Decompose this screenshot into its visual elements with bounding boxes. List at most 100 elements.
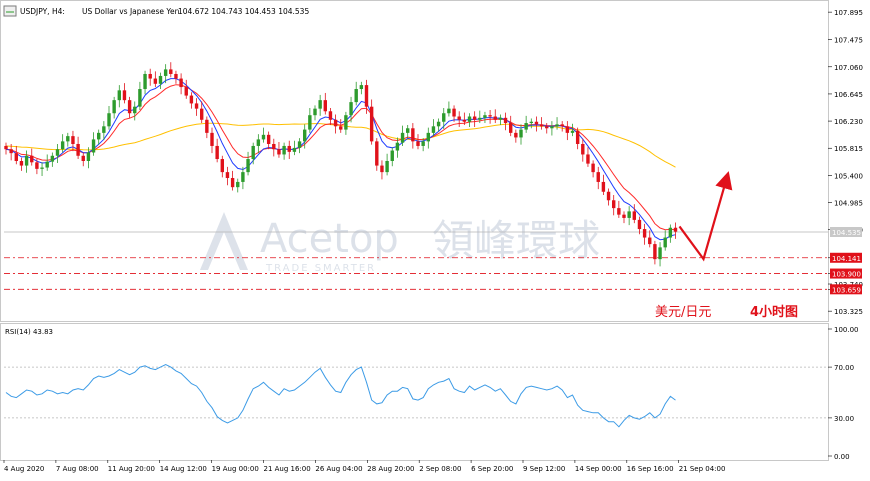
candle-body — [596, 172, 600, 182]
time-tick-label: 28 Aug 20:00 — [367, 465, 414, 473]
candle-body — [133, 106, 137, 114]
candle-body — [107, 113, 111, 127]
candle-body — [102, 126, 106, 133]
time-tick-label: 7 Aug 08:00 — [56, 465, 99, 473]
candle-body — [519, 129, 523, 138]
candle-body — [30, 155, 34, 163]
candle-body — [612, 200, 616, 209]
candle-body — [575, 130, 580, 144]
candle-body — [35, 162, 39, 169]
candle-body — [333, 119, 338, 127]
time-tick-label: 11 Aug 20:00 — [108, 465, 155, 473]
time-tick-label: 4 Aug 2020 — [4, 465, 44, 473]
candle-body — [406, 128, 410, 133]
candle-body — [509, 123, 513, 133]
candle-body — [349, 102, 353, 116]
rsi-tick-label: 30.00 — [834, 415, 854, 423]
caption-timeframe: 4小时图 — [750, 304, 798, 320]
rsi-panel-frame — [0, 323, 829, 461]
candle-body — [447, 108, 451, 114]
candle-body — [19, 161, 24, 166]
candle-body — [565, 126, 570, 133]
candle-body — [60, 141, 65, 150]
candle-body — [174, 73, 178, 79]
candle-body — [225, 172, 230, 179]
candle-body — [308, 115, 312, 130]
candle-body — [385, 161, 389, 173]
candle-body — [220, 159, 224, 173]
candle-body — [153, 78, 158, 84]
candle-body — [24, 155, 29, 166]
time-tick-label: 2 Sep 08:00 — [419, 465, 461, 473]
candle-body — [313, 108, 317, 116]
candle-body — [266, 134, 271, 144]
time-tick-label: 21 Aug 16:00 — [264, 465, 311, 473]
candle-body — [236, 181, 240, 188]
candle-body — [246, 159, 250, 173]
candle-body — [127, 100, 132, 114]
candle-body — [97, 132, 101, 140]
candle-body — [637, 219, 642, 230]
candle-body — [277, 149, 281, 155]
candle-body — [50, 155, 55, 162]
candle-body — [395, 142, 400, 151]
time-axis: 4 Aug 2020 7 Aug 08:00 11 Aug 20:00 14 Aug … — [3, 460, 726, 473]
candle-body — [200, 108, 204, 120]
candle-body — [493, 116, 497, 120]
candle-body — [606, 191, 611, 201]
candle-body — [184, 87, 188, 96]
price-tick-label: 105.400 — [834, 172, 863, 180]
candle-body — [91, 139, 96, 153]
price-tick-label: 107.475 — [834, 37, 863, 45]
candle-body — [40, 167, 44, 169]
candle-body — [390, 150, 394, 161]
candle-body — [230, 178, 235, 188]
candle-body — [627, 211, 631, 218]
candle-body — [287, 145, 291, 152]
candle-body — [653, 244, 657, 260]
candle-body — [457, 116, 461, 120]
time-tick-label: 26 Aug 04:00 — [315, 465, 362, 473]
candle-body — [81, 155, 85, 161]
candle-body — [617, 208, 621, 215]
candle-body — [251, 145, 255, 160]
candle-body — [344, 115, 348, 130]
candle-body — [272, 143, 276, 150]
candle-body — [503, 117, 508, 124]
candle-body — [303, 129, 307, 142]
candle-body — [529, 121, 533, 124]
candle-body — [45, 161, 49, 168]
candle-body — [169, 69, 173, 74]
time-tick-label: 9 Sep 12:00 — [523, 465, 565, 473]
candle-body — [483, 115, 487, 118]
candle-body — [524, 123, 528, 130]
candle-body — [112, 100, 116, 114]
chart-window-icon — [3, 5, 17, 17]
candle-body — [210, 132, 214, 146]
candle-body — [179, 78, 183, 88]
candle-body — [581, 143, 585, 155]
time-tick-label: 14 Aug 12:00 — [160, 465, 207, 473]
mt4-chart-window: Acetop 領峰環球 TRADE SMARTER USDJPY, H4: US… — [0, 0, 870, 477]
price-tick-label: 104.141 — [832, 255, 861, 263]
candle-body — [421, 141, 425, 146]
candle-body — [297, 141, 302, 148]
rsi-tick-label: 100.00 — [834, 326, 859, 334]
candle-body — [658, 247, 662, 260]
candle-body — [663, 237, 667, 248]
candle-body — [642, 229, 647, 238]
candle-body — [76, 143, 80, 156]
candle-body — [117, 90, 121, 101]
time-tick-label: 14 Sep 00:00 — [575, 465, 622, 473]
chart-canvas[interactable]: Acetop 領峰環球 TRADE SMARTER USDJPY, H4: US… — [0, 0, 870, 477]
candle-body — [622, 214, 626, 218]
price-tick-label: 103.900 — [832, 271, 861, 279]
candle-body — [292, 147, 297, 152]
time-tick-label: 16 Sep 16:00 — [627, 465, 674, 473]
time-tick-label: 21 Sep 04:00 — [679, 465, 726, 473]
candle-body — [205, 119, 209, 133]
candle-body — [380, 165, 384, 173]
candle-body — [545, 126, 549, 129]
candle-body — [452, 108, 456, 117]
candle-body — [514, 132, 518, 138]
